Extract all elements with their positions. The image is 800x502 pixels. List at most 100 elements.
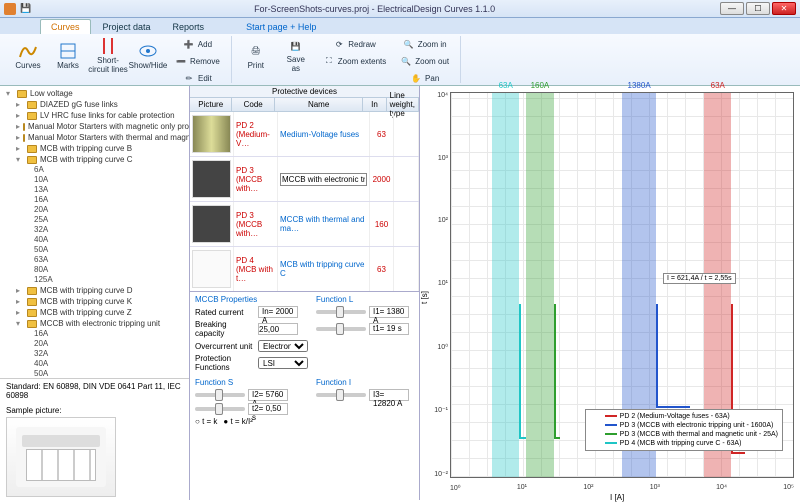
breaking-capacity[interactable] <box>258 323 298 335</box>
close-button[interactable]: ✕ <box>772 2 796 15</box>
devices-grid[interactable]: Protective devices Picture Code Name In … <box>190 86 419 291</box>
tree-folder[interactable]: ▸MCB with tripping curve B <box>2 143 187 154</box>
device-in: 63 <box>370 247 394 291</box>
refresh-icon: ⟳ <box>333 38 345 50</box>
tree-folder[interactable]: ▸MCB with tripping curve Z <box>2 307 187 318</box>
tree-leaf[interactable]: 40A <box>2 235 187 245</box>
redraw-button[interactable]: ⟳Redraw <box>318 36 391 52</box>
tree-leaf[interactable]: 13A <box>2 185 187 195</box>
device-thumb <box>192 205 231 243</box>
add-button[interactable]: ➕Add <box>170 36 225 52</box>
tree-leaf[interactable]: 16A <box>2 195 187 205</box>
tree-leaf[interactable]: 40A <box>2 359 187 369</box>
device-in: 63 <box>370 112 394 156</box>
maximize-button[interactable]: ☐ <box>746 2 770 15</box>
func-s-i2-slider[interactable] <box>195 393 245 397</box>
device-name[interactable]: MCCB with thermal and ma… <box>278 202 370 246</box>
tree-leaf[interactable]: 25A <box>2 215 187 225</box>
device-in: 2000 <box>370 157 394 201</box>
grid-row[interactable]: PD 2 (Medium-V… Medium-Voltage fuses 63 <box>190 112 419 157</box>
func-i-i3-slider[interactable] <box>316 393 366 397</box>
sample-image <box>16 427 106 487</box>
print-button[interactable]: 🖨Print <box>238 36 274 74</box>
tree-leaf[interactable]: 32A <box>2 225 187 235</box>
device-code: PD 3 (MCCB with… <box>234 202 278 246</box>
tree-root[interactable]: Low voltage <box>30 89 73 98</box>
tree-leaf[interactable]: 125A <box>2 275 187 285</box>
save-as-button[interactable]: 💾Save as <box>278 36 314 74</box>
overcurrent-select[interactable]: Electronic <box>258 340 308 352</box>
tree-leaf[interactable]: 50A <box>2 369 187 378</box>
tree-folder[interactable]: ▸LV HRC fuse links for cable protection <box>2 110 187 121</box>
tree-leaf[interactable]: 6A <box>2 165 187 175</box>
short-circuit-button[interactable]: Short- circuit lines <box>90 36 126 74</box>
tab-reports[interactable]: Reports <box>163 20 215 34</box>
tab-help[interactable]: Start page + Help <box>236 20 326 34</box>
func-l-i1-slider[interactable] <box>316 310 366 314</box>
zoom-in-button[interactable]: 🔍Zoom in <box>395 36 454 52</box>
tree-leaf[interactable]: 63A <box>2 255 187 265</box>
zoom-extents-icon: ⛶ <box>323 55 335 67</box>
y-axis-ticks: 10⁴10³10²10¹10⁰10⁻¹10⁻² <box>422 92 448 478</box>
grid-row[interactable]: PD 3 (MCCB with… 2000 <box>190 157 419 202</box>
tree-leaf[interactable]: 16A <box>2 329 187 339</box>
x-axis-ticks: 10⁰10¹10²10³10⁴10⁵ <box>450 484 794 492</box>
chart-plot-area[interactable]: 63A160A1380A63A PD 2 (Medium-Voltage fus… <box>450 92 794 478</box>
device-tree[interactable]: ▾Low voltage ▸DIAZED gG fuse links▸LV HR… <box>0 86 189 378</box>
tree-folder[interactable]: ▸Manual Motor Starters with thermal and … <box>2 132 187 143</box>
zoom-out-icon: 🔍 <box>400 55 412 67</box>
remove-button[interactable]: ➖Remove <box>170 53 225 69</box>
pan-button[interactable]: ✋Pan <box>395 70 454 86</box>
tree-leaf[interactable]: 10A <box>2 175 187 185</box>
hand-icon: ✋ <box>410 72 422 84</box>
device-thumb <box>192 250 231 288</box>
tree-leaf[interactable]: 20A <box>2 205 187 215</box>
qat-save-icon[interactable]: 💾 <box>20 3 31 14</box>
tree-folder[interactable]: ▾MCCB with electronic tripping unit <box>2 318 187 329</box>
func-s-title: Function S <box>195 378 308 387</box>
device-name[interactable] <box>278 157 370 201</box>
minimize-button[interactable]: — <box>720 2 744 15</box>
tree-folder[interactable]: ▸Manual Motor Starters with magnetic onl… <box>2 121 187 132</box>
zoom-extents-button[interactable]: ⛶Zoom extents <box>318 53 391 69</box>
func-l-t1-slider[interactable] <box>316 327 366 331</box>
props-title: MCCB Properties <box>195 295 308 304</box>
device-name[interactable]: MCB with tripping curve C <box>278 247 370 291</box>
rated-current[interactable]: In= 2000 A <box>258 306 298 318</box>
curves-button[interactable]: Curves <box>10 36 46 74</box>
tree-folder[interactable]: ▾MCB with tripping curve C <box>2 154 187 165</box>
tree-leaf[interactable]: 20A <box>2 339 187 349</box>
grid-row[interactable]: PD 4 (MCB with t… MCB with tripping curv… <box>190 247 419 291</box>
tree-folder[interactable]: ▸MCB with tripping curve K <box>2 296 187 307</box>
func-s-mode[interactable]: t = kt = k/I² <box>195 417 308 426</box>
show-hide-button[interactable]: Show/Hide <box>130 36 166 74</box>
standard-line: Standard: EN 60898, DIN VDE 0641 Part 11… <box>0 378 189 403</box>
tab-curves[interactable]: Curves <box>40 19 91 34</box>
tab-project-data[interactable]: Project data <box>93 20 161 34</box>
chart-pane[interactable]: t [s] 10⁴10³10²10¹10⁰10⁻¹10⁻² 63A160A138… <box>420 86 800 500</box>
tree-folder[interactable]: ▸DIAZED gG fuse links <box>2 99 187 110</box>
zoom-out-button[interactable]: 🔍Zoom out <box>395 53 454 69</box>
grid-header: Picture Code Name In Line weight, type <box>190 98 419 112</box>
name-edit[interactable] <box>280 173 367 186</box>
tree-leaf[interactable]: 32A <box>2 349 187 359</box>
device-name[interactable]: Medium-Voltage fuses <box>278 112 370 156</box>
minus-icon: ➖ <box>175 55 187 67</box>
plus-icon: ➕ <box>183 38 195 50</box>
grid-title: Protective devices <box>190 86 419 98</box>
sample-picture: Sample picture: <box>0 403 189 500</box>
func-s-t2-slider[interactable] <box>195 407 245 411</box>
edit-button[interactable]: ✏Edit <box>170 70 225 86</box>
tree-leaf[interactable]: 80A <box>2 265 187 275</box>
zoom-in-icon: 🔍 <box>403 38 415 50</box>
tree-leaf[interactable]: 50A <box>2 245 187 255</box>
tree-folder[interactable]: ▸MCB with tripping curve D <box>2 285 187 296</box>
marks-button[interactable]: Marks <box>50 36 86 74</box>
chart-tooltip: I = 621,4A / t = 2,55s <box>663 273 736 284</box>
device-code: PD 2 (Medium-V… <box>234 112 278 156</box>
grid-row[interactable]: PD 3 (MCCB with… MCCB with thermal and m… <box>190 202 419 247</box>
app-icon <box>4 3 16 15</box>
protection-select[interactable]: LSI <box>258 357 308 369</box>
device-code: PD 4 (MCB with t… <box>234 247 278 291</box>
sidebar: ▾Low voltage ▸DIAZED gG fuse links▸LV HR… <box>0 86 190 500</box>
